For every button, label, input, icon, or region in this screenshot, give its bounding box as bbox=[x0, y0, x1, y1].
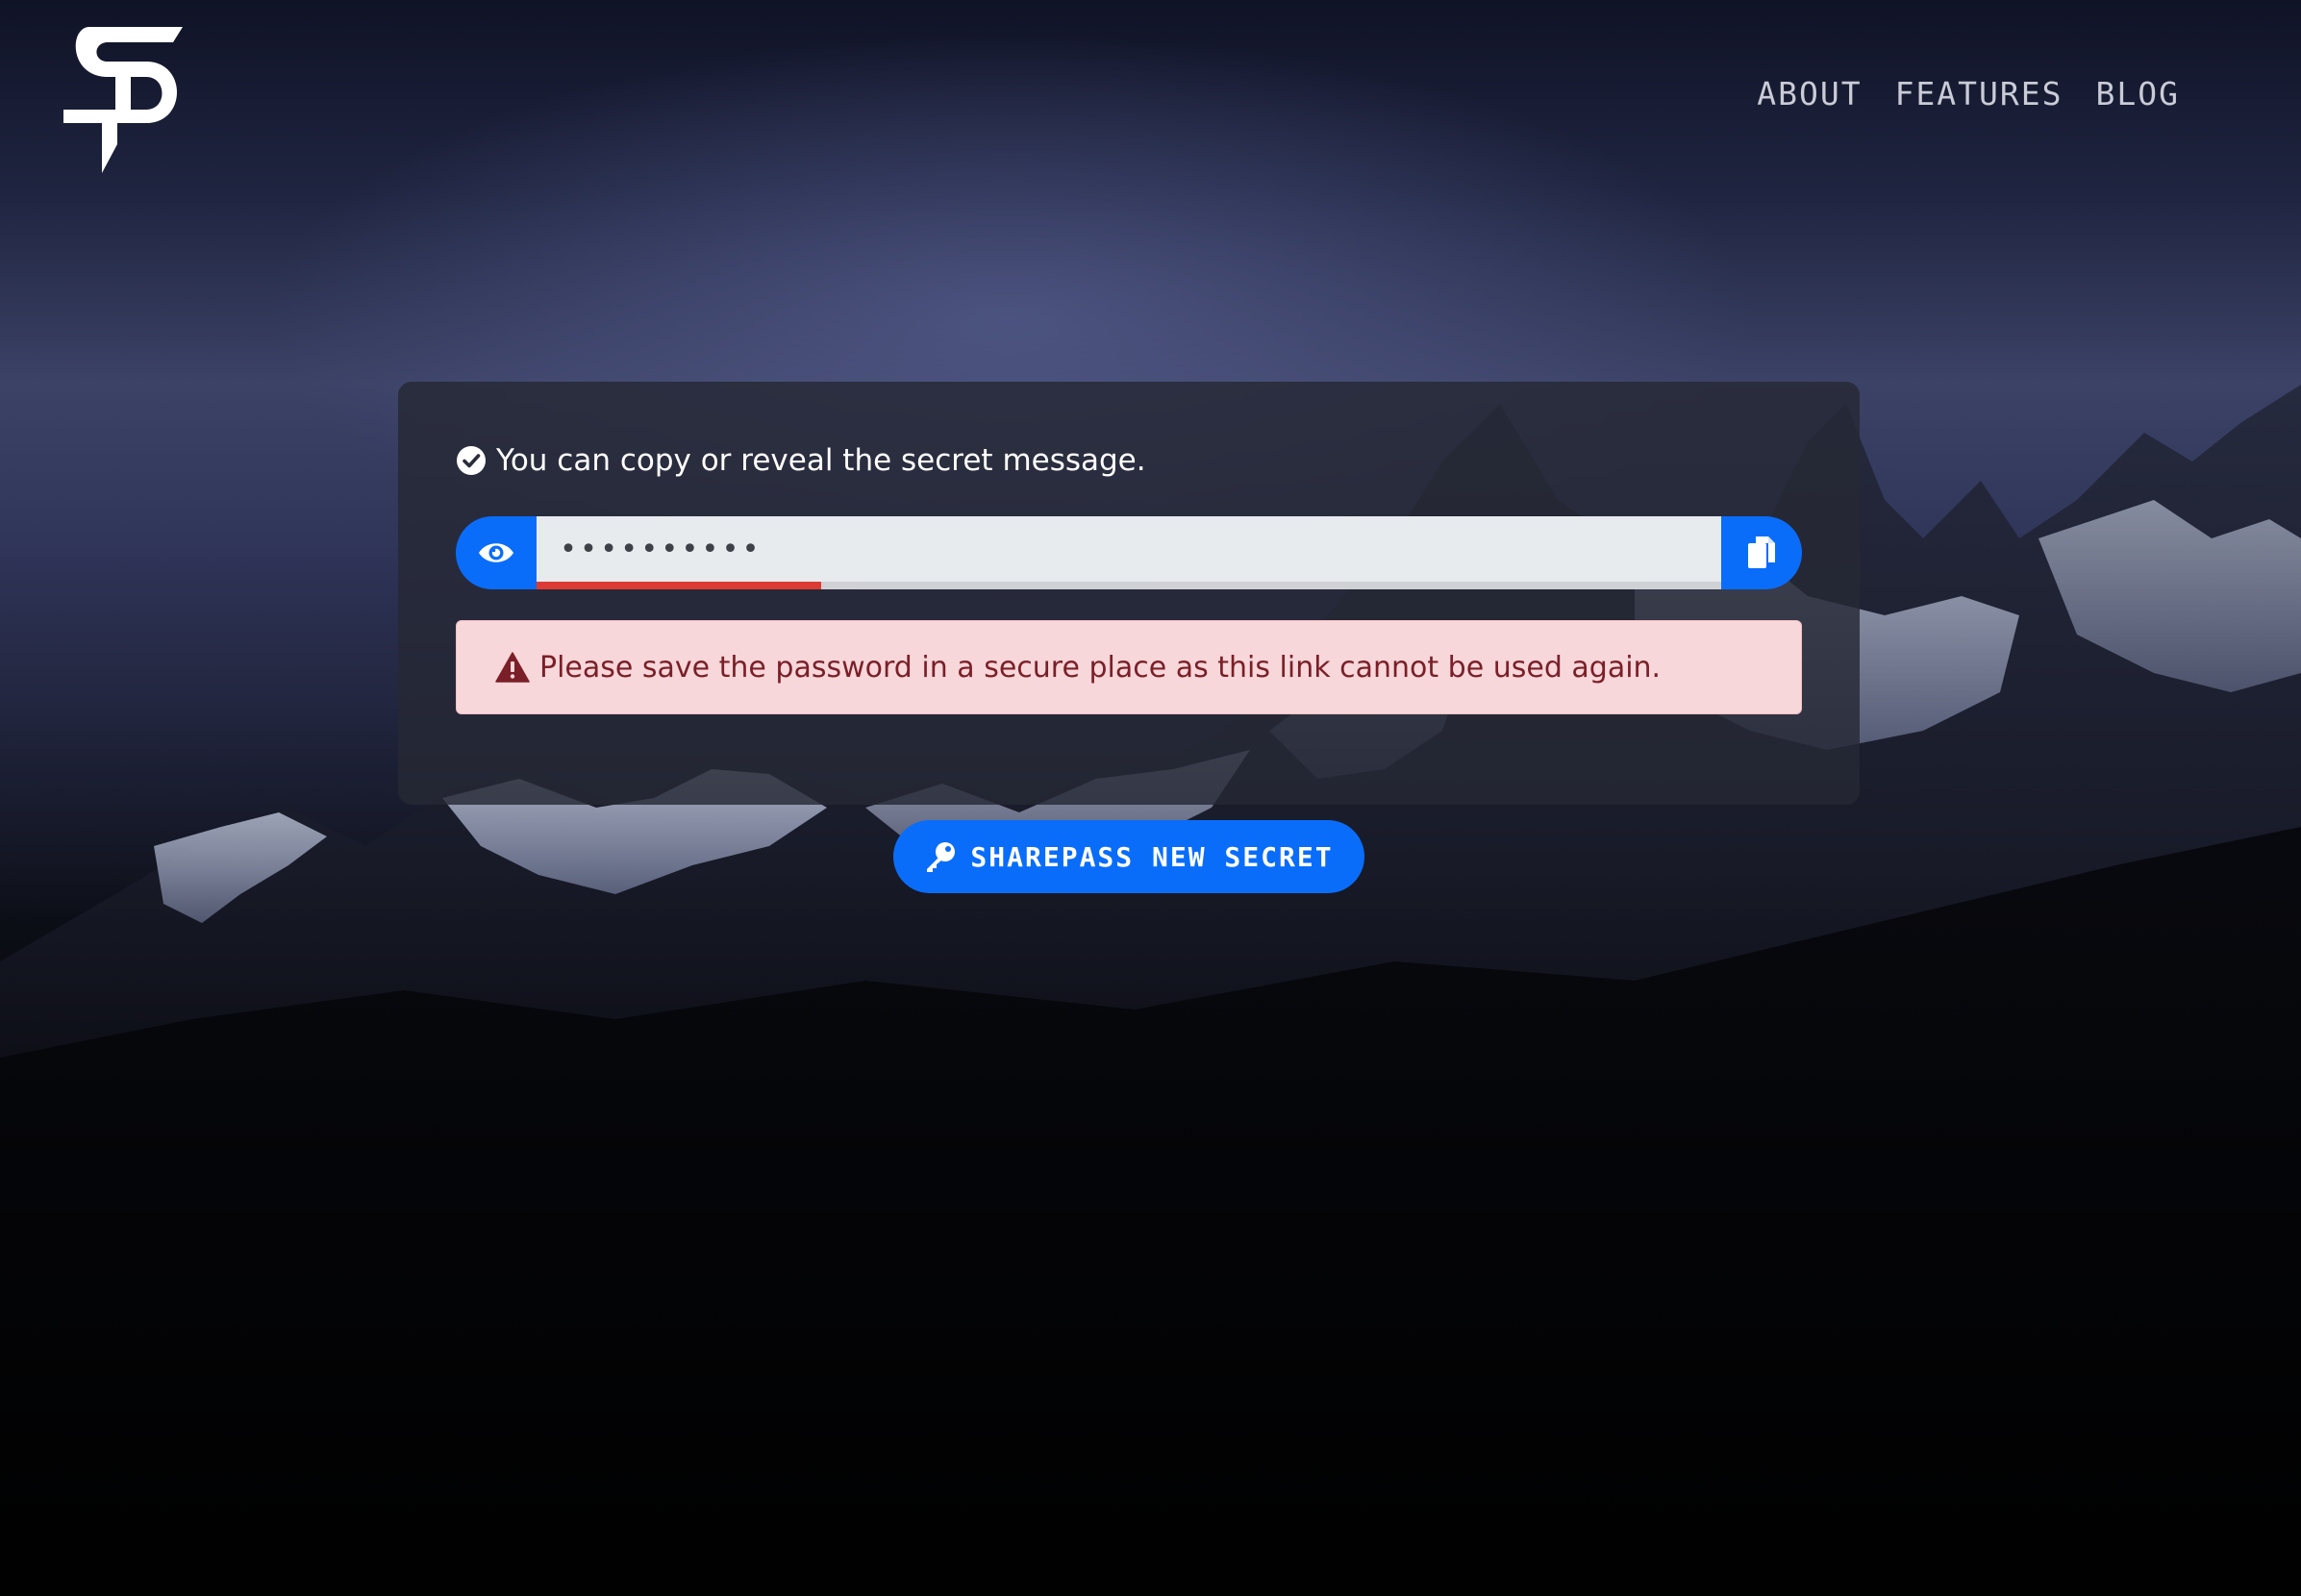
top-nav: ABOUT FEATURES BLOG bbox=[1757, 75, 2180, 112]
new-secret-label: SHAREPASS NEW SECRET bbox=[970, 840, 1334, 873]
secret-field bbox=[537, 516, 1721, 589]
nav-blog[interactable]: BLOG bbox=[2096, 75, 2180, 112]
nav-about[interactable]: ABOUT bbox=[1757, 75, 1862, 112]
eye-icon bbox=[479, 543, 513, 562]
secret-card: You can copy or reveal the secret messag… bbox=[398, 382, 1860, 805]
key-icon bbox=[927, 842, 956, 872]
strength-meter-fill bbox=[537, 582, 821, 589]
nav-features[interactable]: FEATURES bbox=[1895, 75, 2063, 112]
sharepass-logo[interactable] bbox=[60, 21, 185, 175]
strength-meter bbox=[537, 582, 1721, 589]
alert-text: Please save the password in a secure pla… bbox=[539, 650, 1662, 685]
new-secret-button[interactable]: SHAREPASS NEW SECRET bbox=[893, 820, 1364, 893]
warning-triangle-icon bbox=[495, 652, 530, 683]
secret-input[interactable] bbox=[537, 516, 1721, 582]
secret-input-group bbox=[456, 516, 1802, 589]
copy-button[interactable] bbox=[1721, 516, 1802, 589]
notice-text: You can copy or reveal the secret messag… bbox=[496, 443, 1146, 478]
copy-icon bbox=[1748, 536, 1775, 568]
page: ABOUT FEATURES BLOG You can copy or reve… bbox=[0, 0, 2301, 1596]
secret-notice: You can copy or reveal the secret messag… bbox=[456, 443, 1146, 478]
check-circle-icon bbox=[457, 446, 486, 475]
reveal-button[interactable] bbox=[456, 516, 537, 589]
warning-alert: Please save the password in a secure pla… bbox=[456, 620, 1802, 714]
